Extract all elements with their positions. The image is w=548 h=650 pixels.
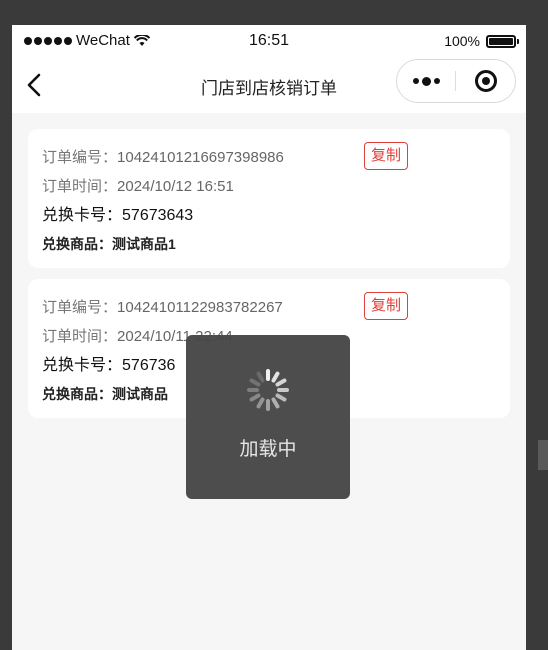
- card-number-value: 576736: [122, 357, 176, 374]
- goods-value: 测试商品1: [112, 236, 176, 252]
- battery-status: 100%: [444, 33, 519, 49]
- goods-label: 兑换商品：: [42, 236, 112, 252]
- card-number-row: 兑换卡号： 57673643: [42, 201, 496, 230]
- goods-label: 兑换商品：: [42, 386, 112, 402]
- card-number-label: 兑换卡号：: [42, 207, 123, 224]
- order-time-row: 订单时间： 2024/10/12 16:51: [42, 172, 496, 201]
- goods-value: 测试商品: [112, 386, 168, 402]
- more-menu-icon[interactable]: [397, 76, 455, 86]
- order-number-label: 订单编号：: [42, 299, 118, 316]
- status-bar: WeChat 16:51 100%: [12, 25, 526, 57]
- loading-toast: 加载中: [186, 335, 350, 499]
- phone-screen: WeChat 16:51 100% 门店到店核销订单 订单编号： 1042410…: [12, 25, 526, 650]
- battery-icon: [486, 34, 519, 48]
- loading-text: 加载中: [239, 438, 297, 460]
- order-number-row: 订单编号： 10424101122983782267: [42, 293, 496, 322]
- card-number-label: 兑换卡号：: [42, 357, 123, 374]
- order-number-value: 10424101216697398986: [117, 149, 284, 166]
- mini-program-capsule: [396, 59, 516, 103]
- order-time-label: 订单时间：: [42, 178, 118, 195]
- scrollbar-thumb[interactable]: [538, 440, 548, 470]
- order-time-value: 2024/10/12 16:51: [117, 178, 234, 195]
- card-number-value: 57673643: [122, 207, 194, 224]
- target-circle-icon: [474, 70, 497, 92]
- loading-spinner-icon: [247, 368, 289, 411]
- copy-button[interactable]: 复制: [363, 292, 408, 320]
- order-time-label: 订单时间：: [42, 328, 118, 345]
- copy-button[interactable]: 复制: [363, 142, 408, 170]
- order-number-value: 10424101122983782267: [117, 299, 283, 316]
- nav-bar: 门店到店核销订单: [12, 57, 526, 113]
- close-mini-program-button[interactable]: [456, 70, 515, 92]
- goods-row: 兑换商品： 测试商品1: [42, 230, 496, 259]
- order-card: 订单编号： 10424101216697398986 订单时间： 2024/10…: [28, 129, 510, 268]
- battery-percent: 100%: [444, 33, 480, 49]
- order-number-row: 订单编号： 10424101216697398986: [42, 143, 496, 172]
- order-number-label: 订单编号：: [42, 149, 118, 166]
